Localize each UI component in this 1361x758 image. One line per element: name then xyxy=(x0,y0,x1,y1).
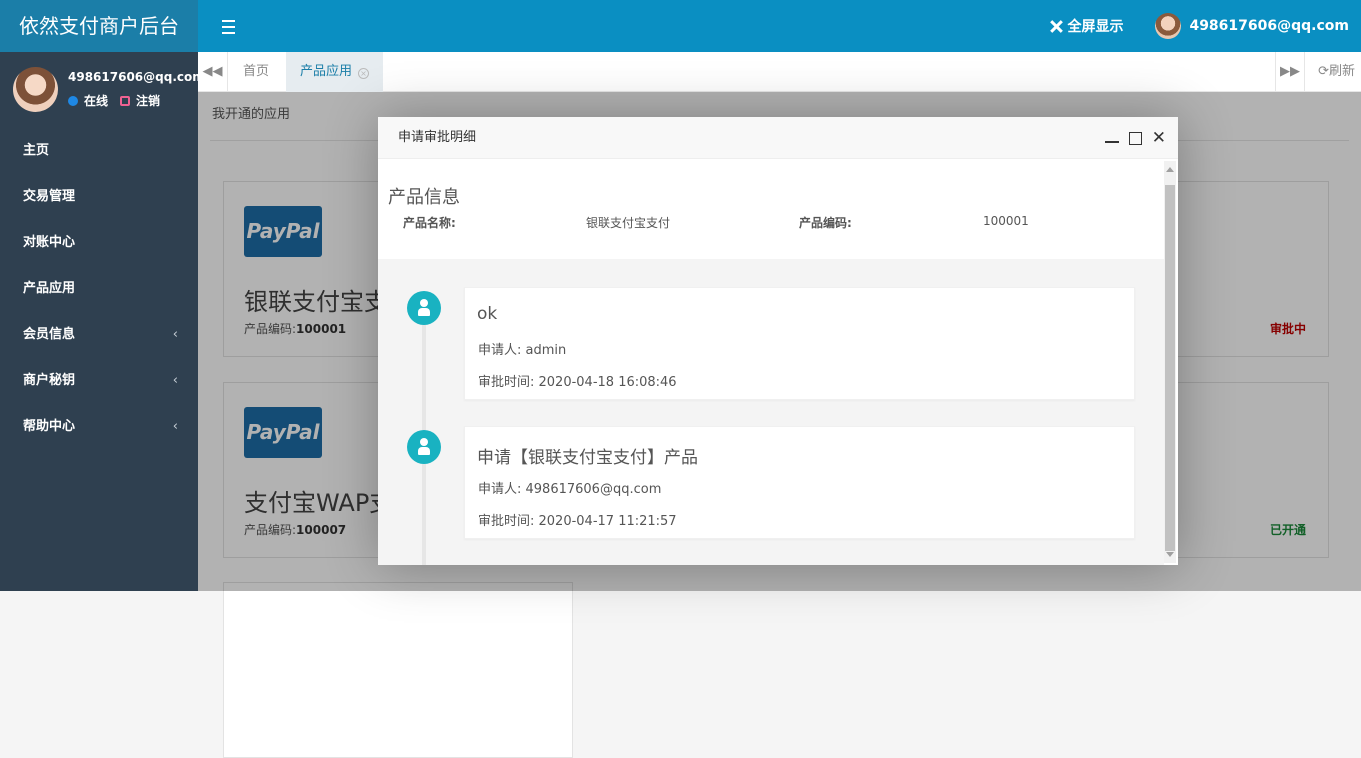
online-status: 在线 xyxy=(84,94,109,108)
timeline-applicant: 申请人: admin xyxy=(478,343,567,358)
sidebar-item-reconcile[interactable]: 对账中心 xyxy=(0,220,198,266)
sidebar-item-help[interactable]: 帮助中心 ‹ xyxy=(0,404,198,450)
refresh-button[interactable]: ⟳刷新 xyxy=(1318,52,1355,92)
chevron-left-icon: ‹ xyxy=(172,419,178,434)
modal-scrollbar[interactable] xyxy=(1164,161,1176,563)
sidebar-item-label: 对账中心 xyxy=(23,235,76,250)
sidebar-item-trade[interactable]: 交易管理 xyxy=(0,174,198,220)
sidebar-item-label: 产品应用 xyxy=(23,281,76,296)
sidebar-item-label: 会员信息 xyxy=(23,327,76,342)
sidebar-item-label: 帮助中心 xyxy=(23,419,76,434)
modal-header: 申请审批明细 ✕ xyxy=(378,117,1178,159)
avatar xyxy=(1155,13,1182,39)
sidebar-item-secret-keys[interactable]: 商户秘钥 ‹ xyxy=(0,358,198,404)
top-bar: 依然支付商户后台 全屏显示 498617606@qq.com xyxy=(0,0,1361,52)
logout-icon[interactable] xyxy=(120,95,131,106)
refresh-label: 刷新 xyxy=(1328,64,1355,79)
user-menu[interactable]: 498617606@qq.com xyxy=(1155,13,1349,39)
scroll-up-icon[interactable] xyxy=(1166,167,1174,172)
timeline-time: 审批时间: 2020-04-18 16:08:46 xyxy=(478,375,677,390)
timeline-item: ok 申请人: admin 审批时间: 2020-04-18 16:08:46 xyxy=(464,287,1135,400)
refresh-icon: ⟳ xyxy=(1318,64,1329,79)
timeline-heading: 申请【银联支付宝支付】产品 xyxy=(477,448,698,468)
product-info-area xyxy=(378,159,1164,259)
sidebar-item-label: 交易管理 xyxy=(23,189,76,204)
user-email: 498617606@qq.com xyxy=(1189,18,1349,34)
timeline-item: 申请【银联支付宝支付】产品 申请人: 498617606@qq.com 审批时间… xyxy=(464,426,1135,539)
sidebar-item-label: 主页 xyxy=(23,143,50,158)
fullscreen-icon xyxy=(1050,20,1063,33)
product-code-label: 产品编码: xyxy=(799,214,852,231)
chevron-left-icon: ‹ xyxy=(172,373,178,388)
minimize-icon[interactable] xyxy=(1104,141,1119,143)
approval-detail-modal: 申请审批明细 ✕ 产品信息 产品名称: 银联支付宝支付 产品编码: 100001… xyxy=(378,117,1178,565)
label: 产品编码: xyxy=(799,216,852,230)
tab-label: 产品应用 xyxy=(300,64,353,79)
tab-products[interactable]: 产品应用 × xyxy=(286,52,384,92)
timeline-applicant: 申请人: 498617606@qq.com xyxy=(478,482,662,497)
fullscreen-label: 全屏显示 xyxy=(1067,19,1124,35)
scroll-tabs-right-icon[interactable]: ▶▶ xyxy=(1275,52,1305,92)
modal-body: 产品信息 产品名称: 银联支付宝支付 产品编码: 100001 ok 申请人: … xyxy=(378,159,1164,565)
label: 产品名称: xyxy=(403,216,456,230)
scroll-down-icon[interactable] xyxy=(1166,552,1174,557)
fullscreen-button[interactable]: 全屏显示 xyxy=(1050,16,1123,36)
sidebar-item-home[interactable]: 主页 xyxy=(0,128,198,174)
sidebar-item-products[interactable]: 产品应用 xyxy=(0,266,198,312)
close-tab-icon[interactable]: × xyxy=(358,68,370,79)
timeline-heading: ok xyxy=(477,304,498,324)
profile-panel: 498617606@qq.com 在线 注销 xyxy=(0,52,205,128)
user-icon xyxy=(407,291,441,325)
chevron-left-icon: ‹ xyxy=(172,327,178,342)
scrollbar-thumb[interactable] xyxy=(1165,185,1175,551)
close-icon[interactable]: ✕ xyxy=(1152,130,1166,147)
sidebar-item-label: 商户秘钥 xyxy=(23,373,76,388)
product-name-label: 产品名称: xyxy=(403,214,456,231)
value: 100001 xyxy=(983,214,1029,228)
timeline-time: 审批时间: 2020-04-17 11:21:57 xyxy=(478,514,677,529)
modal-title: 申请审批明细 xyxy=(398,130,477,145)
menu-toggle-icon[interactable] xyxy=(222,16,240,36)
product-card[interactable] xyxy=(223,582,573,758)
value: 银联支付宝支付 xyxy=(586,216,671,230)
logout-link[interactable]: 注销 xyxy=(136,92,160,109)
tabs-bar: ◀◀ 首页 产品应用 × ▶▶ ⟳刷新 xyxy=(198,52,1361,92)
product-code-value: 100001 xyxy=(983,214,1029,228)
product-name-value: 银联支付宝支付 xyxy=(586,214,670,231)
sidebar-item-members[interactable]: 会员信息 ‹ xyxy=(0,312,198,358)
profile-email: 498617606@qq.com xyxy=(68,70,205,84)
info-title: 产品信息 xyxy=(388,187,460,208)
scroll-tabs-left-icon[interactable]: ◀◀ xyxy=(198,52,228,92)
profile-avatar xyxy=(13,67,58,112)
online-status-icon xyxy=(68,95,78,106)
user-icon xyxy=(407,430,441,464)
maximize-icon[interactable] xyxy=(1128,131,1142,145)
sidebar: 498617606@qq.com 在线 注销 主页 交易管理 对账中心 产品应用… xyxy=(0,52,205,591)
tab-home[interactable]: 首页 xyxy=(231,52,281,92)
brand-title: 依然支付商户后台 xyxy=(0,0,198,52)
